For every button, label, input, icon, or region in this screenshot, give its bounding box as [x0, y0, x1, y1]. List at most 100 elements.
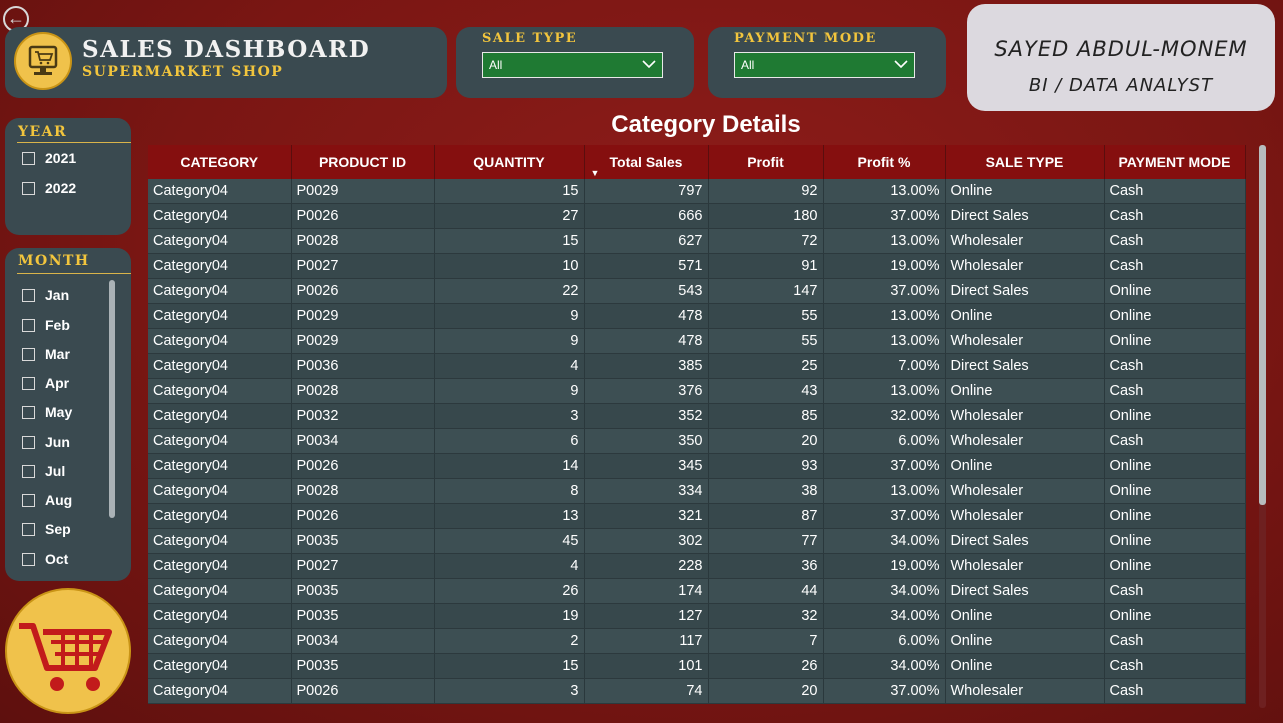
table-cell: Online	[1104, 478, 1246, 504]
column-header-profit-pct[interactable]: Profit %	[823, 145, 946, 179]
table-cell: 478	[584, 328, 709, 354]
checkbox[interactable]	[22, 288, 35, 302]
table-cell: 26	[708, 653, 824, 679]
checkbox[interactable]	[22, 552, 35, 566]
checkbox[interactable]	[22, 522, 35, 536]
table-cell: Online	[945, 378, 1105, 404]
sale-type-dropdown[interactable]: All	[482, 52, 663, 78]
table-row[interactable]: Category04 P0028 9 376 43 13.00% Online Cash	[148, 378, 1246, 404]
checkbox[interactable]	[22, 493, 35, 507]
table-row[interactable]: Category04 P0027 10 571 91 19.00% Wholesaler Ca…	[148, 253, 1246, 279]
table-cell: 571	[584, 253, 709, 279]
table-cell: 34.00%	[823, 603, 946, 629]
table-cell: P0035	[291, 578, 435, 604]
table-row[interactable]: Category04 P0026 14 345 93 37.00% Online Online	[148, 453, 1246, 479]
table-cell: 38	[708, 478, 824, 504]
shopping-cart-icon	[5, 588, 131, 714]
table-cell: Cash	[1104, 653, 1246, 679]
month-option-jun[interactable]: Jun	[22, 432, 70, 452]
month-option-jul[interactable]: Jul	[22, 461, 65, 481]
table-row[interactable]: Category04 P0034 6 350 20 6.00% Wholesaler Cash	[148, 428, 1246, 454]
month-option-label: Sep	[45, 521, 71, 537]
table-cell: 19.00%	[823, 553, 946, 579]
table-row[interactable]: Category04 P0026 27 666 180 37.00% Direct Sale…	[148, 203, 1246, 229]
checkbox[interactable]	[22, 435, 35, 449]
month-option-jan[interactable]: Jan	[22, 285, 69, 305]
table-cell: 9	[434, 303, 585, 329]
table-scrollbar[interactable]	[1259, 145, 1266, 708]
table-cell: 26	[434, 578, 585, 604]
table-scrollbar-thumb[interactable]	[1259, 145, 1266, 505]
table-cell: 37.00%	[823, 503, 946, 529]
table-row[interactable]: Category04 P0035 26 174 44 34.00% Direct Sales…	[148, 578, 1246, 604]
payment-mode-dropdown[interactable]: All	[734, 52, 915, 78]
table-row[interactable]: Category04 P0029 9 478 55 13.00% Online Online	[148, 303, 1246, 329]
month-slicer-label: MONTH	[18, 253, 90, 269]
table-cell: 7.00%	[823, 353, 946, 379]
table-row[interactable]: Category04 P0028 15 627 72 13.00% Wholesaler Ca…	[148, 228, 1246, 254]
table-row[interactable]: Category04 P0026 13 321 87 37.00% Wholesaler On…	[148, 503, 1246, 529]
column-header-sale-type[interactable]: SALE TYPE	[945, 145, 1105, 179]
table-cell: P0034	[291, 628, 435, 654]
table-cell: P0028	[291, 378, 435, 404]
month-option-mar[interactable]: Mar	[22, 344, 70, 364]
month-option-aug[interactable]: Aug	[22, 490, 72, 510]
table-cell: P0036	[291, 353, 435, 379]
column-header-profit[interactable]: Profit	[708, 145, 824, 179]
table-row[interactable]: Category04 P0026 3 74 20 37.00% Wholesaler Cash	[148, 678, 1246, 704]
table-cell: Cash	[1104, 228, 1246, 254]
table-cell: 36	[708, 553, 824, 579]
year-slicer: YEAR 2021 2022	[5, 118, 131, 235]
month-option-apr[interactable]: Apr	[22, 373, 69, 393]
checkbox[interactable]	[22, 376, 35, 390]
table-cell: 74	[584, 678, 709, 704]
checkbox[interactable]	[22, 347, 35, 361]
column-header-product-id[interactable]: PRODUCT ID	[291, 145, 435, 179]
year-option-2022[interactable]: 2022	[22, 178, 76, 198]
checkbox[interactable]	[22, 464, 35, 478]
table-row[interactable]: Category04 P0029 9 478 55 13.00% Wholesaler Onl…	[148, 328, 1246, 354]
table-cell: Online	[945, 179, 1105, 204]
table-row[interactable]: Category04 P0032 3 352 85 32.00% Wholesaler Onl…	[148, 403, 1246, 429]
table-cell: Category04	[148, 428, 292, 454]
table-cell: Category04	[148, 553, 292, 579]
table-row[interactable]: Category04 P0029 15 797 92 13.00% Online Cash	[148, 179, 1246, 204]
table-cell: Cash	[1104, 353, 1246, 379]
checkbox[interactable]	[22, 151, 35, 165]
column-header-category[interactable]: CATEGORY	[148, 145, 292, 179]
table-row[interactable]: Category04 P0036 4 385 25 7.00% Direct Sales Ca…	[148, 353, 1246, 379]
checkbox[interactable]	[22, 181, 35, 195]
table-cell: P0029	[291, 328, 435, 354]
table-row[interactable]: Category04 P0027 4 228 36 19.00% Wholesaler Onl…	[148, 553, 1246, 579]
column-header-payment-mode[interactable]: PAYMENT MODE	[1104, 145, 1246, 179]
table-cell: 34.00%	[823, 578, 946, 604]
year-option-2021[interactable]: 2021	[22, 148, 76, 168]
month-option-oct[interactable]: Oct	[22, 549, 68, 569]
month-option-feb[interactable]: Feb	[22, 315, 70, 335]
table-cell: Category04	[148, 503, 292, 529]
table-row[interactable]: Category04 P0034 2 117 7 6.00% Online Cash	[148, 628, 1246, 654]
month-option-sep[interactable]: Sep	[22, 519, 71, 539]
checkbox[interactable]	[22, 318, 35, 332]
table-row[interactable]: Category04 P0035 45 302 77 34.00% Direct Sales…	[148, 528, 1246, 554]
table-cell: 14	[434, 453, 585, 479]
table-row[interactable]: Category04 P0026 22 543 147 37.00% Direct Sale…	[148, 278, 1246, 304]
author-role: BI / DATA ANALYST	[1028, 75, 1214, 96]
dashboard-subtitle: SUPERMARKET SHOP	[82, 64, 284, 80]
table-row[interactable]: Category04 P0028 8 334 38 13.00% Wholesaler Onl…	[148, 478, 1246, 504]
month-scrollbar[interactable]	[109, 280, 115, 518]
table-cell: 13	[434, 503, 585, 529]
table-row[interactable]: Category04 P0035 19 127 32 34.00% Online Online	[148, 603, 1246, 629]
column-header-total-sales[interactable]: Total Sales ▼	[584, 145, 709, 179]
checkbox[interactable]	[22, 405, 35, 419]
table-cell: P0034	[291, 428, 435, 454]
table-cell: Direct Sales	[945, 353, 1105, 379]
table-cell: Category04	[148, 328, 292, 354]
table-cell: Direct Sales	[945, 528, 1105, 554]
month-option-may[interactable]: May	[22, 402, 72, 422]
table-cell: 8	[434, 478, 585, 504]
table-row[interactable]: Category04 P0035 15 101 26 34.00% Online Cash	[148, 653, 1246, 679]
table-cell: 55	[708, 328, 824, 354]
column-header-quantity[interactable]: QUANTITY	[434, 145, 585, 179]
table-cell: 147	[708, 278, 824, 304]
